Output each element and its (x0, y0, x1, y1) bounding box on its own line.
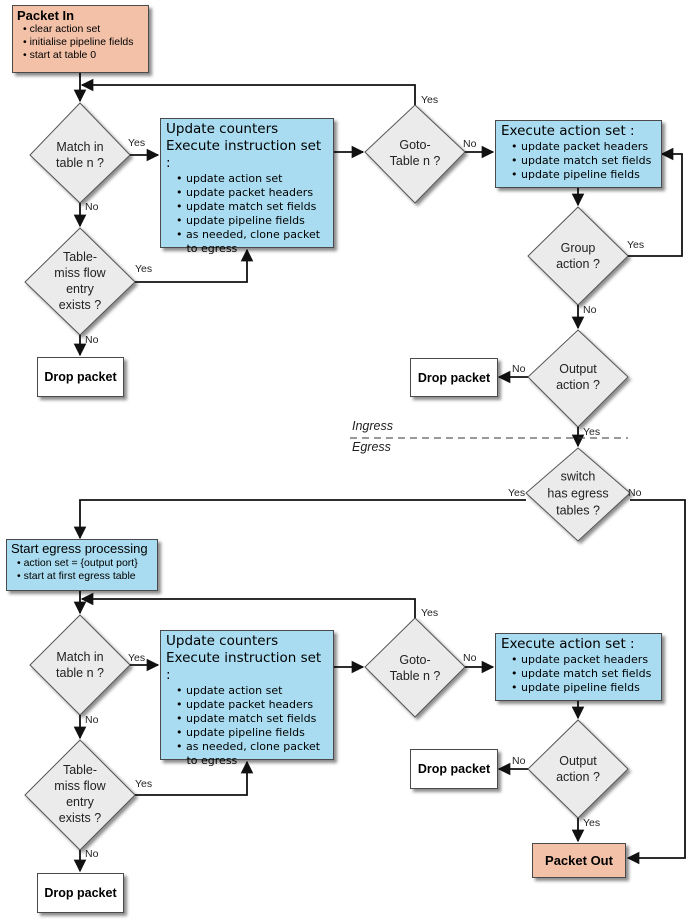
start-egress-bullet: • action set = {output port} (17, 557, 138, 569)
instruction-bullet: • as needed, clone packet (176, 228, 321, 241)
egress-label: Egress (352, 440, 391, 454)
goto-label-ingress: Goto- Table n ? (389, 138, 441, 168)
drop-packet-box: Drop packet (410, 358, 498, 397)
instruction-line2: Execute instruction set : (166, 650, 322, 683)
action-set-box: Execute action set : • update packet hea… (495, 120, 662, 188)
edge-label-yes: Yes (627, 239, 645, 251)
action-set-title: Execute action set : (501, 123, 635, 139)
drop-packet-box: Drop packet (37, 873, 124, 913)
match-label-egress: Match in table n ? (56, 650, 104, 680)
instruction-line2: Execute instruction set : (166, 138, 322, 171)
packet-in-bullet: • initialise pipeline fields (23, 36, 134, 48)
start-egress-title: Start egress processing (11, 541, 148, 556)
edge-goto-yes-loop (80, 78, 416, 105)
edge-label-no: No (85, 714, 99, 726)
instruction-bullet: • update packet headers (176, 698, 314, 711)
instruction-bullet: • update packet headers (176, 186, 314, 199)
action-set-bullet: • update packet headers (511, 140, 649, 153)
instruction-bullet: • update pipeline fields (176, 726, 305, 739)
edge-label-yes: Yes (135, 778, 153, 790)
edge-label-yes: Yes (135, 263, 153, 275)
table-miss-label-ingress: Table- miss flow entry exists ? (54, 250, 106, 312)
edge-label-no: No (463, 652, 477, 664)
edge-goto-yes-loop-egress (80, 592, 416, 618)
edge-label-no: No (583, 304, 597, 316)
ingress-label: Ingress (352, 419, 393, 433)
output-label-egress: Output action ? (556, 754, 600, 784)
packet-in-bullet: • start at table 0 (23, 49, 97, 61)
edge-label-no: No (463, 138, 477, 150)
edge-label-yes: Yes (583, 426, 601, 438)
packet-in-bullet: • clear action set (23, 23, 101, 35)
goto-label-egress: Goto- Table n ? (389, 653, 441, 683)
instruction-line1: Update counters (166, 633, 279, 649)
edge-label-no: No (628, 487, 642, 499)
action-set-box-egress: Execute action set : • update packet hea… (495, 633, 662, 701)
start-egress-box: Start egress processing • action set = {… (6, 539, 158, 591)
instruction-bullet: • update match set fields (176, 712, 317, 725)
action-set-bullet: • update packet headers (511, 653, 649, 666)
action-set-bullet: • update pipeline fields (511, 168, 640, 181)
drop-packet-box: Drop packet (37, 357, 124, 397)
edge-label-no: No (85, 334, 99, 346)
packet-out-box: Packet Out (532, 843, 626, 878)
edge-label-yes: Yes (508, 487, 526, 499)
instruction-line1: Update counters (166, 121, 279, 137)
packet-in-title: Packet In (17, 8, 75, 23)
instruction-set-box-egress: Update counters Execute instruction set … (160, 630, 334, 767)
action-set-title: Execute action set : (501, 636, 635, 652)
edge-switch-yes (73, 499, 526, 540)
edge-label-yes: Yes (128, 137, 146, 149)
instruction-set-box: Update counters Execute instruction set … (160, 118, 334, 255)
packet-in-box: Packet In • clear action set • initialis… (12, 5, 149, 73)
edge-label-yes: Yes (583, 817, 601, 829)
instruction-bullet: • update pipeline fields (176, 214, 305, 227)
edge-label-no: No (85, 201, 99, 213)
instruction-bullet: • update action set (176, 172, 283, 185)
edge-label-yes: Yes (128, 652, 146, 664)
switch-label: switch has egress tables ? (547, 469, 609, 518)
edge-label-no: No (85, 848, 99, 860)
table-miss-label-egress: Table- miss flow entry exists ? (54, 763, 106, 825)
edge-label-yes: Yes (421, 94, 439, 106)
instruction-bullet: • as needed, clone packet (176, 740, 321, 753)
instruction-bullet: • update action set (176, 684, 283, 697)
action-set-bullet: • update match set fields (511, 667, 652, 680)
output-label-ingress: Output action ? (556, 362, 600, 392)
group-label: Group action ? (556, 241, 600, 271)
action-set-bullet: • update match set fields (511, 154, 652, 167)
drop-packet-box: Drop packet (410, 749, 498, 789)
instruction-bullet: • update match set fields (176, 200, 317, 213)
start-egress-bullet: • start at first egress table (17, 570, 136, 582)
edge-label-no: No (512, 363, 526, 375)
edge-label-no: No (512, 755, 526, 767)
instruction-bullet: to egress (176, 242, 238, 255)
match-label-ingress: Match in table n ? (56, 140, 104, 170)
edge-label-yes: Yes (421, 607, 439, 619)
instruction-bullet: to egress (176, 754, 238, 767)
action-set-bullet: • update pipeline fields (511, 681, 640, 694)
